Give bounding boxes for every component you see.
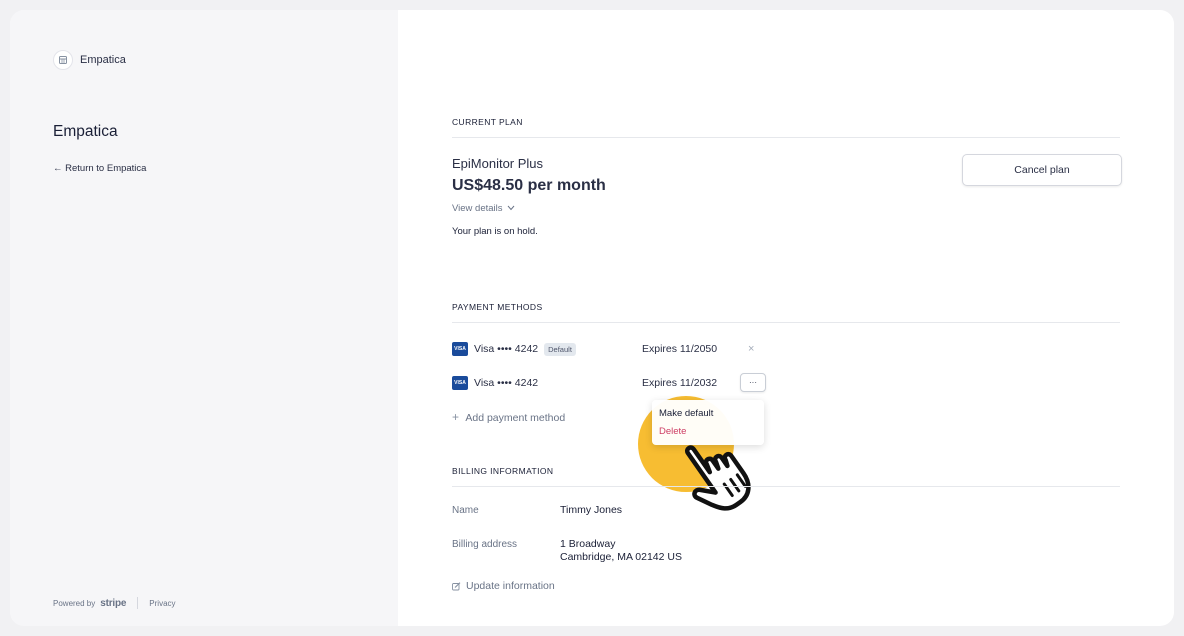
update-information-link[interactable]: Update information xyxy=(452,580,555,592)
visa-card-icon: VISA xyxy=(452,342,468,356)
view-details-link[interactable]: View details xyxy=(452,203,515,214)
payment-methods-heading: PAYMENT METHODS xyxy=(452,302,1120,323)
plan-status: Your plan is on hold. xyxy=(452,226,538,237)
brand-row: Empatica xyxy=(53,50,126,70)
stripe-logo[interactable]: stripe xyxy=(100,598,126,609)
sidebar: Empatica Empatica ← Return to Empatica P… xyxy=(10,10,398,626)
billing-information-heading: BILLING INFORMATION xyxy=(452,466,1120,487)
name-value: Timmy Jones xyxy=(560,504,623,516)
powered-by-label: Powered by xyxy=(53,598,96,608)
billing-address-value: 1 Broadway Cambridge, MA 02142 US xyxy=(560,538,682,564)
billing-address-label: Billing address xyxy=(452,539,518,550)
main-content: CURRENT PLAN EpiMonitor Plus US$48.50 pe… xyxy=(398,10,1174,626)
merchant-title: Empatica xyxy=(53,123,118,140)
plan-name: EpiMonitor Plus xyxy=(452,156,544,171)
payment-method-row: VISA Visa •••• 4242 Expires 11/2032 ··· xyxy=(452,373,812,392)
payment-method-row: VISA Visa •••• 4242 Default Expires 11/2… xyxy=(452,340,812,358)
visa-card-icon: VISA xyxy=(452,376,468,390)
view-details-label: View details xyxy=(452,203,503,214)
footer-divider xyxy=(137,597,139,609)
update-information-label: Update information xyxy=(466,580,555,592)
address-line-2: Cambridge, MA 02142 US xyxy=(560,551,682,563)
chevron-down-icon xyxy=(507,206,515,211)
plus-icon: + xyxy=(452,410,460,424)
portal-window: Empatica Empatica ← Return to Empatica P… xyxy=(10,10,1174,626)
more-options-button[interactable]: ··· xyxy=(740,373,766,392)
address-line-1: 1 Broadway xyxy=(560,538,616,550)
make-default-menu-item[interactable]: Make default xyxy=(659,408,713,419)
add-payment-method-label: Add payment method xyxy=(465,412,566,424)
close-icon[interactable]: × xyxy=(748,343,754,355)
card-label: Visa •••• 4242 xyxy=(474,343,539,355)
name-label: Name xyxy=(452,505,479,516)
brand-name: Empatica xyxy=(80,54,126,66)
add-payment-method-link[interactable]: + Add payment method xyxy=(452,410,565,424)
store-icon xyxy=(53,50,73,70)
return-link[interactable]: ← Return to Empatica xyxy=(53,163,146,174)
sidebar-footer: Powered by stripe Privacy xyxy=(53,597,176,609)
cancel-plan-button[interactable]: Cancel plan xyxy=(962,154,1122,186)
plan-price: US$48.50 per month xyxy=(452,177,606,194)
current-plan-heading: CURRENT PLAN xyxy=(452,117,1120,138)
card-expiry: Expires 11/2032 xyxy=(642,377,718,389)
card-expiry: Expires 11/2050 xyxy=(642,343,718,355)
edit-icon xyxy=(452,581,461,590)
default-badge: Default xyxy=(544,342,576,356)
card-label: Visa •••• 4242 xyxy=(474,377,539,389)
privacy-link[interactable]: Privacy xyxy=(149,599,175,608)
